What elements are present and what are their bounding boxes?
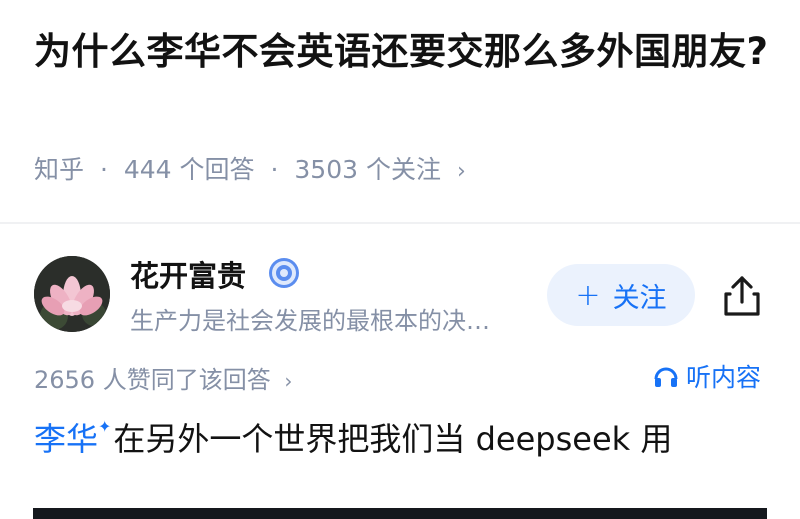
source-label: 知乎 — [34, 155, 85, 184]
question-title[interactable]: 为什么李华不会英语还要交那么多外国朋友? — [34, 22, 774, 82]
answer-image[interactable] — [33, 508, 767, 519]
verified-badge-icon — [269, 258, 299, 288]
follow-label: 关注 — [612, 282, 667, 314]
vote-count-text: 2656 人赞同了该回答 — [34, 366, 271, 394]
divider — [0, 222, 800, 224]
plus-icon: + — [575, 277, 601, 313]
headphones-icon — [654, 367, 678, 387]
vote-summary[interactable]: 2656 人赞同了该回答 › — [34, 360, 292, 395]
author-name[interactable]: 花开富贵 — [130, 253, 246, 295]
sparkle-icon: ✦ — [98, 417, 112, 436]
meta-separator: · — [99, 155, 108, 184]
listen-button[interactable]: 听内容 — [652, 358, 761, 394]
answer-body: 李华✦在另外一个世界把我们当 deepseek 用 — [34, 414, 672, 460]
share-icon[interactable] — [721, 274, 763, 318]
chevron-right-icon: › — [456, 159, 466, 184]
follow-button[interactable]: + 关注 — [547, 264, 695, 326]
answer-text: 在另外一个世界把我们当 deepseek 用 — [113, 420, 673, 458]
avatar[interactable] — [34, 256, 110, 332]
listen-label: 听内容 — [686, 363, 762, 392]
chevron-right-icon: › — [284, 369, 293, 393]
meta-separator: · — [270, 155, 279, 184]
follower-count: 3503 个关注 — [294, 155, 441, 184]
answer-count: 444 个回答 — [123, 155, 255, 184]
question-meta[interactable]: 知乎 · 444 个回答 · 3503 个关注 › — [34, 150, 466, 186]
author-bio: 生产力是社会发展的最根本的决… — [130, 307, 490, 335]
lotus-avatar-image — [34, 256, 110, 332]
mention-link[interactable]: 李华 — [34, 420, 98, 458]
